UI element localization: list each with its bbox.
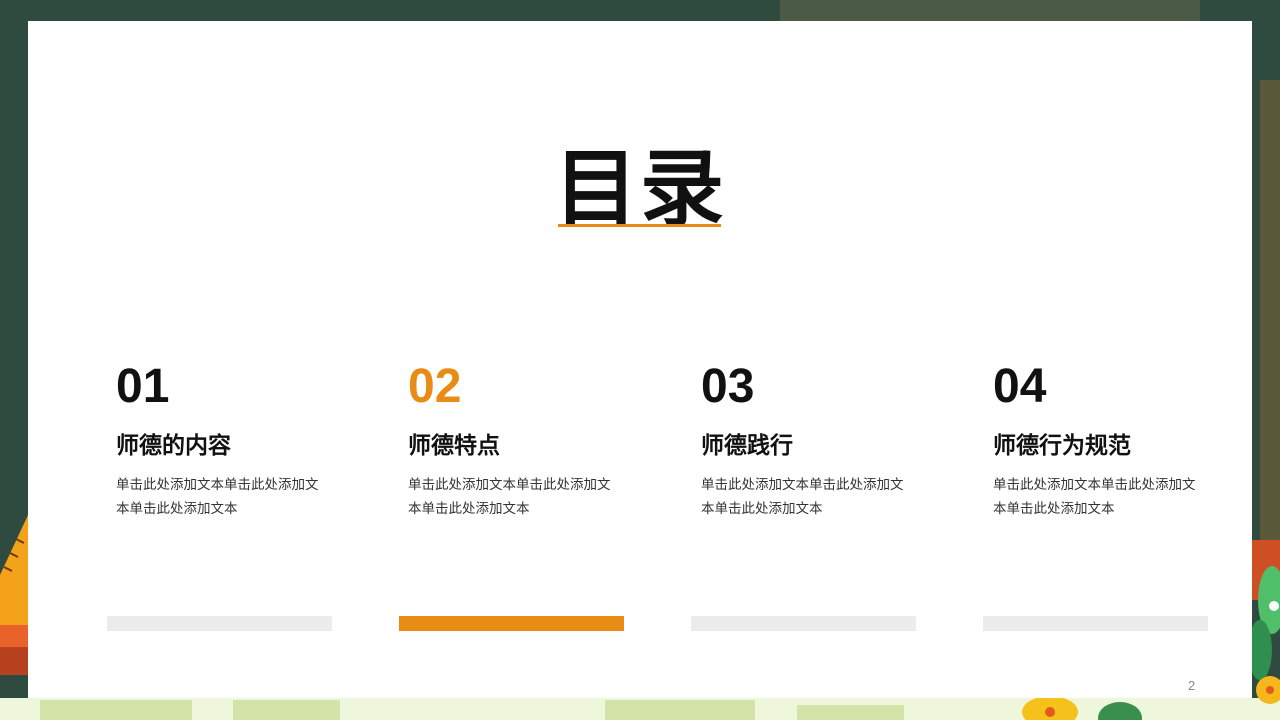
section-bar-03 (691, 616, 916, 631)
page-number: 2 (1188, 678, 1196, 693)
section-heading: 师德行为规范 (993, 433, 1131, 459)
ruler-decoration (0, 515, 28, 675)
section-heading: 师德特点 (408, 433, 500, 459)
section-01: 01 师德的内容 单击此处添加文本单击此处添加文本单击此处添加文本 (116, 351, 346, 521)
section-heading: 师德践行 (701, 433, 793, 459)
section-number: 03 (701, 360, 755, 413)
section-description: 单击此处添加文本单击此处添加文本单击此处添加文本 (116, 477, 319, 517)
background-top-strip (780, 0, 1200, 21)
section-bar-04 (983, 616, 1208, 631)
section-description: 单击此处添加文本单击此处添加文本单击此处添加文本 (408, 477, 611, 517)
section-heading: 师德的内容 (116, 433, 231, 459)
section-number: 02 (408, 360, 462, 413)
background-bottom-block (233, 700, 340, 720)
section-bar-01 (107, 616, 332, 631)
slide-card: 目录 01 师德的内容 单击此处添加文本单击此处添加文本单击此处添加文本 02 … (28, 21, 1252, 698)
section-02: 02 师德特点 单击此处添加文本单击此处添加文本单击此处添加文本 (408, 351, 638, 521)
section-04: 04 师德行为规范 单击此处添加文本单击此处添加文本单击此处添加文本 (993, 351, 1223, 521)
section-number: 04 (993, 360, 1047, 413)
section-description: 单击此处添加文本单击此处添加文本单击此处添加文本 (701, 477, 904, 517)
title-underline (558, 224, 721, 227)
section-description: 单击此处添加文本单击此处添加文本单击此处添加文本 (993, 477, 1196, 517)
background-bottom-block (605, 700, 755, 720)
section-03: 03 师德践行 单击此处添加文本单击此处添加文本单击此处添加文本 (701, 351, 931, 521)
background-bottom-block (797, 705, 904, 720)
section-number: 01 (116, 360, 170, 413)
background-bottom-block (40, 700, 192, 720)
section-bar-02 (399, 616, 624, 631)
floral-decoration (1252, 80, 1280, 704)
